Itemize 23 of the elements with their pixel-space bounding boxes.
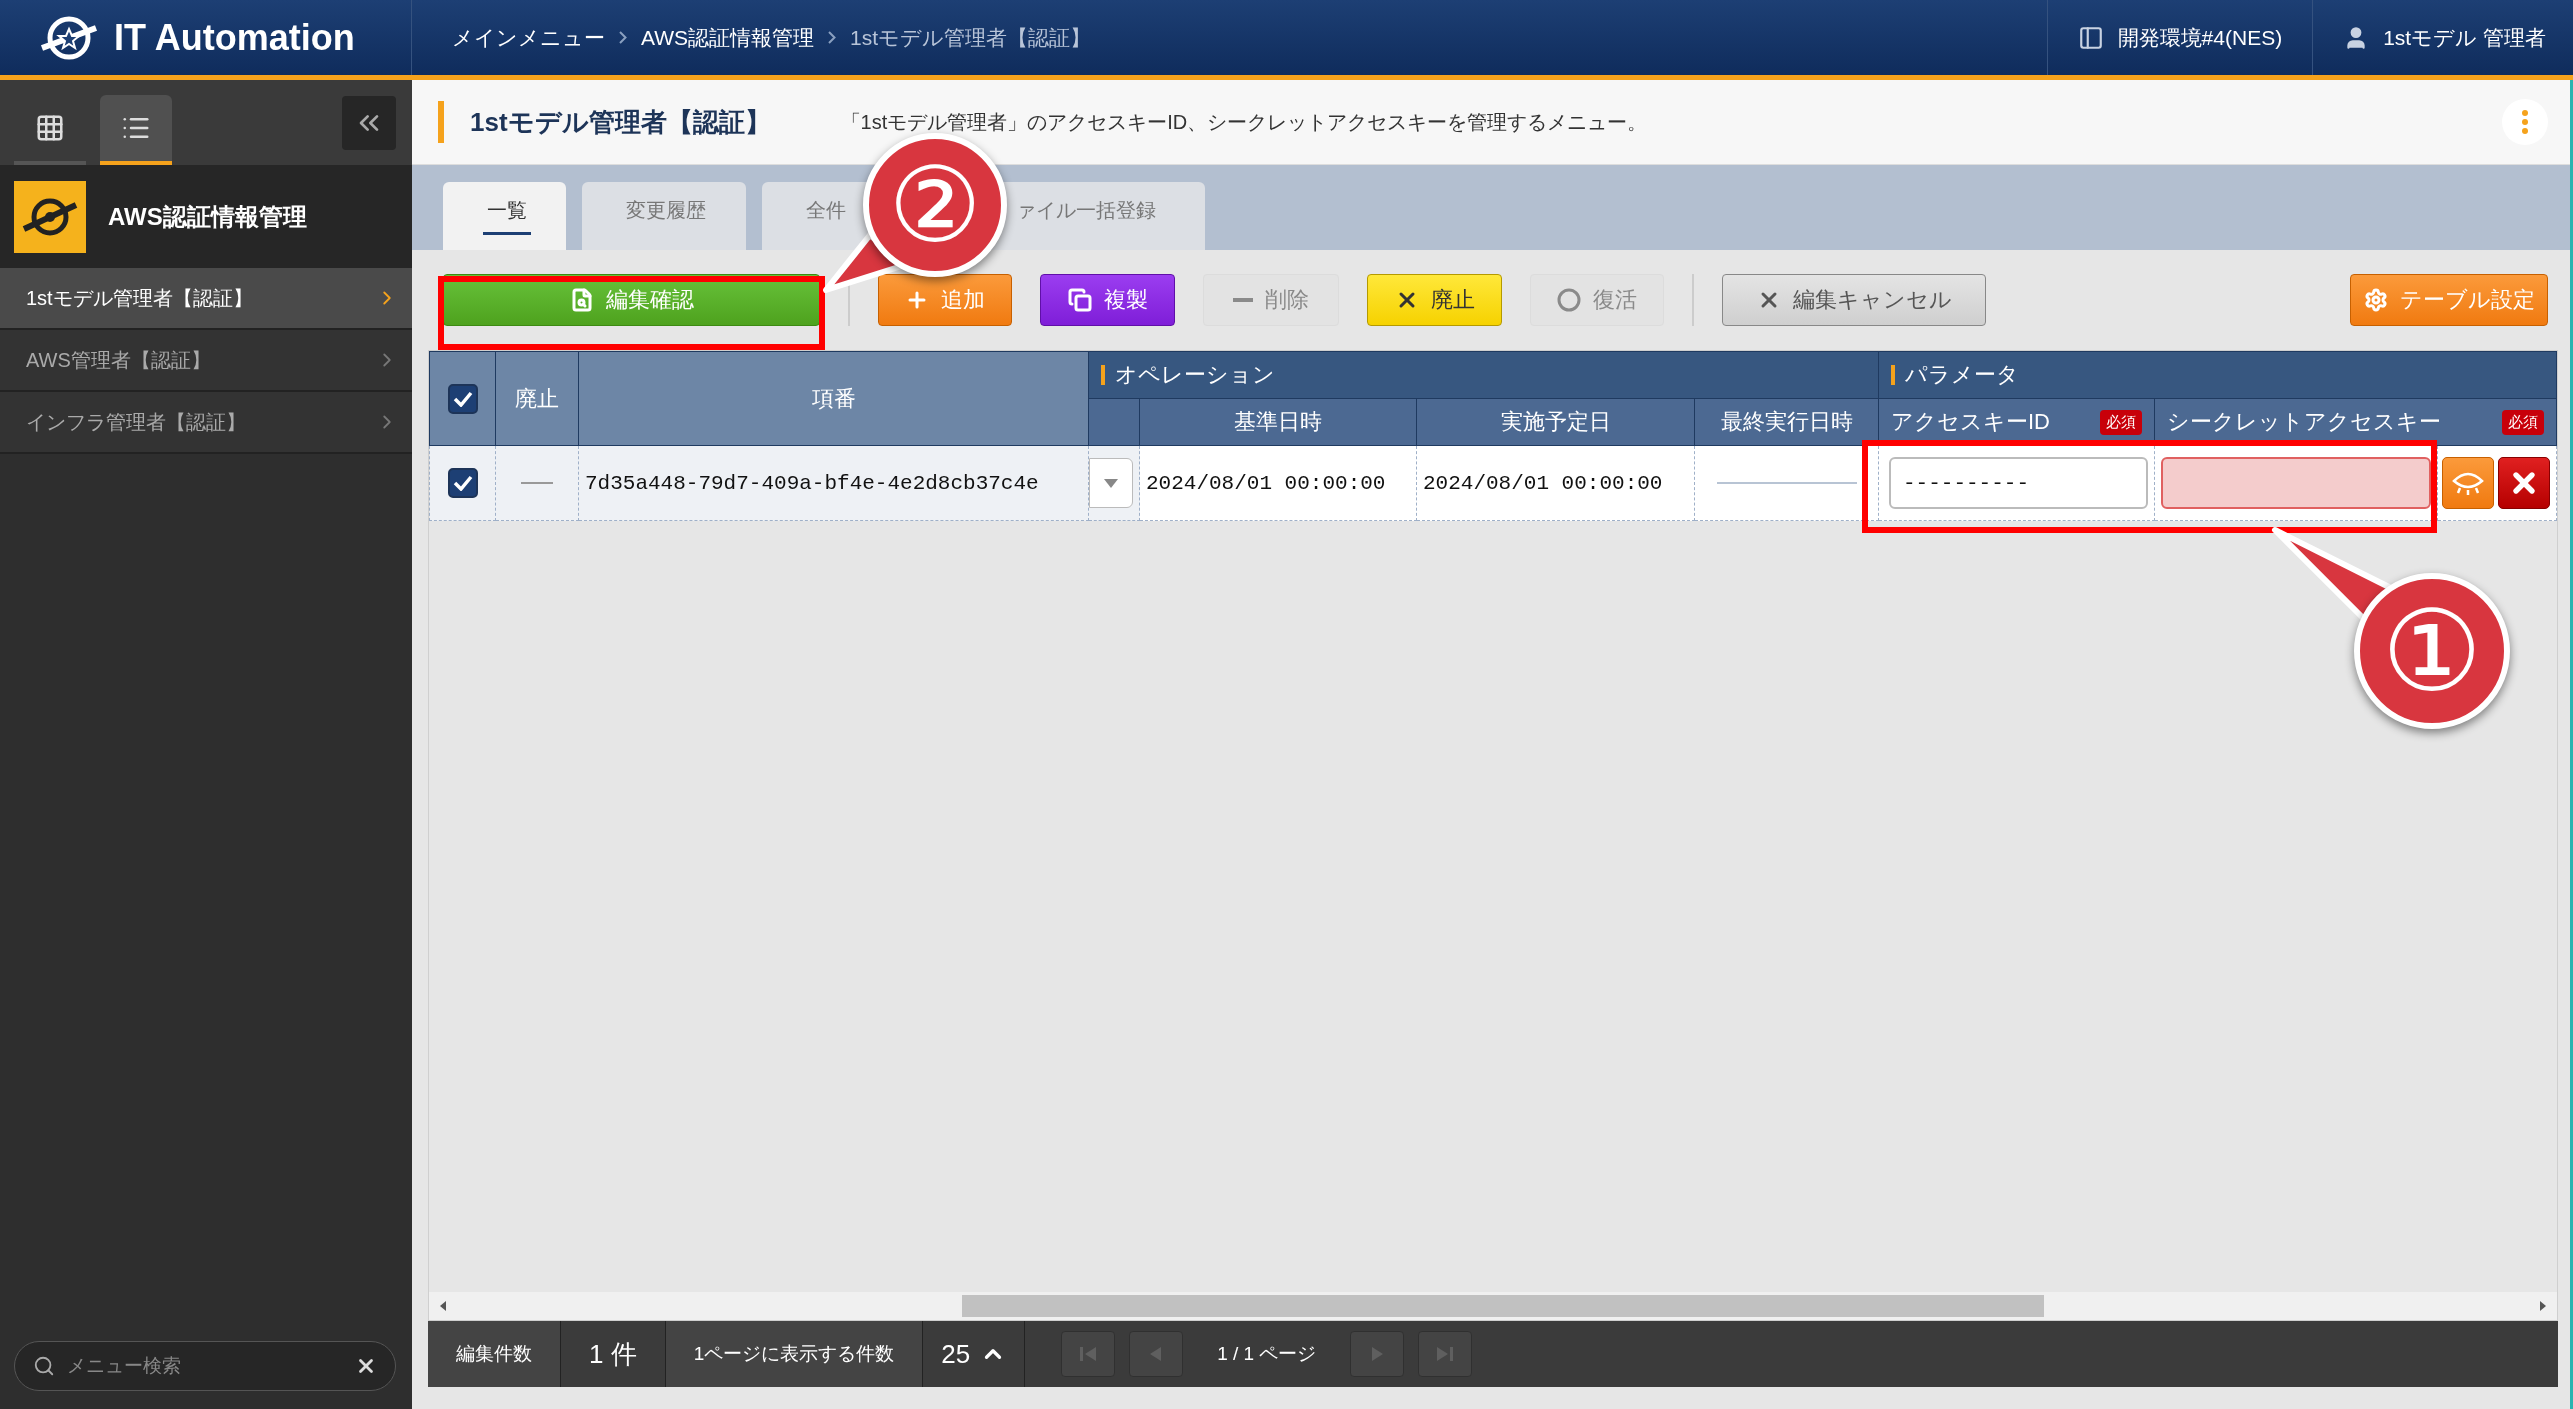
- edit-count: 1 件: [561, 1321, 666, 1387]
- column-header: 最終実行日時: [1694, 398, 1879, 446]
- column-group-header: オペレーション: [1088, 351, 1879, 399]
- environment-label: 開発環境#4(NES): [2117, 24, 2283, 51]
- column-group-header: パラメータ: [1878, 351, 2557, 399]
- page-description: 「1stモデル管理者」のアクセスキーID、シークレットアクセスキーを管理するメニュー。: [840, 109, 1649, 135]
- column-header: 廃止: [495, 351, 579, 446]
- table-cell: 2024/08/01 00:00:00: [1139, 445, 1417, 521]
- column-header: 項番: [578, 351, 1089, 446]
- required-badge: 必須: [2502, 409, 2544, 435]
- per-page-label: 1ページに表示する件数: [665, 1321, 924, 1387]
- app-logo-text: IT Automation: [114, 16, 355, 59]
- table-cell: 7d35a448-79d7-409a-bf4e-4e2d8cb37c4e: [578, 445, 1089, 521]
- page-title: 1stモデル管理者【認証】: [470, 105, 771, 139]
- table-cell: 2024/08/01 00:00:00: [1416, 445, 1695, 521]
- menu-group-title: AWS認証情報管理: [108, 201, 307, 232]
- column-header: 基準日時: [1139, 398, 1417, 446]
- column-header: シークレットアクセスキー: [2167, 408, 2441, 436]
- column-header: 実施予定日: [1416, 398, 1695, 446]
- page-indicator: 1 / 1 ページ: [1216, 1342, 1318, 1366]
- edit-count-label: 編集件数: [428, 1321, 561, 1387]
- column-header: アクセスキーID: [1891, 408, 2050, 436]
- required-badge: 必須: [2100, 409, 2142, 435]
